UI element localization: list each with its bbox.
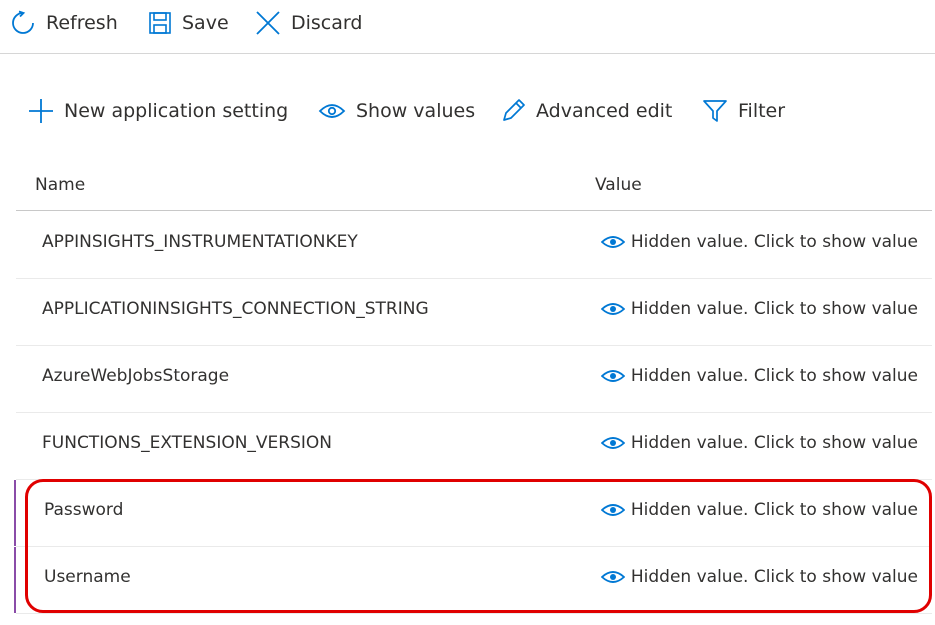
app-settings-page: Refresh Save Discard New application set… bbox=[0, 0, 935, 625]
table-row[interactable]: FUNCTIONS_EXTENSION_VERSION Hidden value… bbox=[16, 413, 932, 480]
eye-icon bbox=[600, 235, 625, 249]
hidden-value-text: Hidden value. Click to show value bbox=[630, 567, 918, 587]
hidden-value-text: Hidden value. Click to show value bbox=[630, 433, 918, 453]
new-application-setting-button[interactable]: New application setting bbox=[28, 96, 288, 126]
hidden-value-text: Hidden value. Click to show value bbox=[630, 232, 918, 252]
hidden-value-toggle[interactable]: Hidden value. Click to show value bbox=[600, 433, 918, 453]
advanced-edit-button[interactable]: Advanced edit bbox=[500, 96, 672, 126]
setting-name[interactable]: AzureWebJobsStorage bbox=[42, 366, 229, 386]
save-label: Save bbox=[182, 12, 229, 34]
hidden-value-toggle[interactable]: Hidden value. Click to show value bbox=[600, 366, 918, 386]
setting-name[interactable]: APPINSIGHTS_INSTRUMENTATIONKEY bbox=[42, 232, 358, 252]
table-row[interactable]: AzureWebJobsStorage Hidden value. Click … bbox=[16, 346, 932, 413]
settings-table-body: APPINSIGHTS_INSTRUMENTATIONKEY Hidden va… bbox=[14, 212, 932, 614]
advanced-edit-label: Advanced edit bbox=[536, 100, 673, 122]
hidden-value-text: Hidden value. Click to show value bbox=[630, 299, 918, 319]
new-application-setting-label: New application setting bbox=[64, 100, 289, 122]
eye-icon bbox=[600, 369, 625, 383]
setting-name[interactable]: Username bbox=[44, 567, 131, 587]
show-values-button[interactable]: Show values bbox=[318, 96, 475, 126]
hidden-value-text: Hidden value. Click to show value bbox=[630, 500, 918, 520]
pencil-icon bbox=[500, 98, 526, 124]
table-row-new[interactable]: Password Hidden value. Click to show val… bbox=[14, 480, 932, 547]
refresh-button[interactable]: Refresh bbox=[10, 8, 118, 38]
hidden-value-toggle[interactable]: Hidden value. Click to show value bbox=[600, 500, 918, 520]
save-icon bbox=[148, 11, 172, 35]
eye-icon bbox=[600, 436, 625, 450]
table-row[interactable]: APPINSIGHTS_INSTRUMENTATIONKEY Hidden va… bbox=[16, 212, 932, 279]
filter-icon bbox=[702, 98, 728, 124]
close-icon bbox=[255, 10, 281, 36]
discard-button[interactable]: Discard bbox=[255, 8, 362, 38]
table-row-new[interactable]: Username Hidden value. Click to show val… bbox=[14, 547, 932, 614]
column-header-value[interactable]: Value bbox=[595, 175, 642, 195]
command-bar: Refresh Save Discard bbox=[0, 0, 935, 54]
table-header: Name Value bbox=[16, 165, 932, 211]
refresh-icon bbox=[10, 10, 36, 36]
hidden-value-toggle[interactable]: Hidden value. Click to show value bbox=[600, 567, 918, 587]
setting-name[interactable]: Password bbox=[44, 500, 123, 520]
column-header-name[interactable]: Name bbox=[35, 175, 85, 195]
filter-button[interactable]: Filter bbox=[702, 96, 785, 126]
save-button[interactable]: Save bbox=[148, 8, 229, 38]
show-values-label: Show values bbox=[356, 100, 476, 122]
eye-icon bbox=[600, 302, 625, 316]
eye-icon bbox=[600, 570, 625, 584]
hidden-value-toggle[interactable]: Hidden value. Click to show value bbox=[600, 299, 918, 319]
hidden-value-text: Hidden value. Click to show value bbox=[630, 366, 918, 386]
discard-label: Discard bbox=[291, 12, 363, 34]
refresh-label: Refresh bbox=[46, 12, 118, 34]
eye-icon bbox=[600, 503, 625, 517]
filter-label: Filter bbox=[738, 100, 786, 122]
table-row[interactable]: APPLICATIONINSIGHTS_CONNECTION_STRING Hi… bbox=[16, 279, 932, 346]
setting-name[interactable]: APPLICATIONINSIGHTS_CONNECTION_STRING bbox=[42, 299, 429, 319]
plus-icon bbox=[28, 98, 54, 124]
setting-name[interactable]: FUNCTIONS_EXTENSION_VERSION bbox=[42, 433, 332, 453]
hidden-value-toggle[interactable]: Hidden value. Click to show value bbox=[600, 232, 918, 252]
eye-icon bbox=[318, 102, 346, 120]
